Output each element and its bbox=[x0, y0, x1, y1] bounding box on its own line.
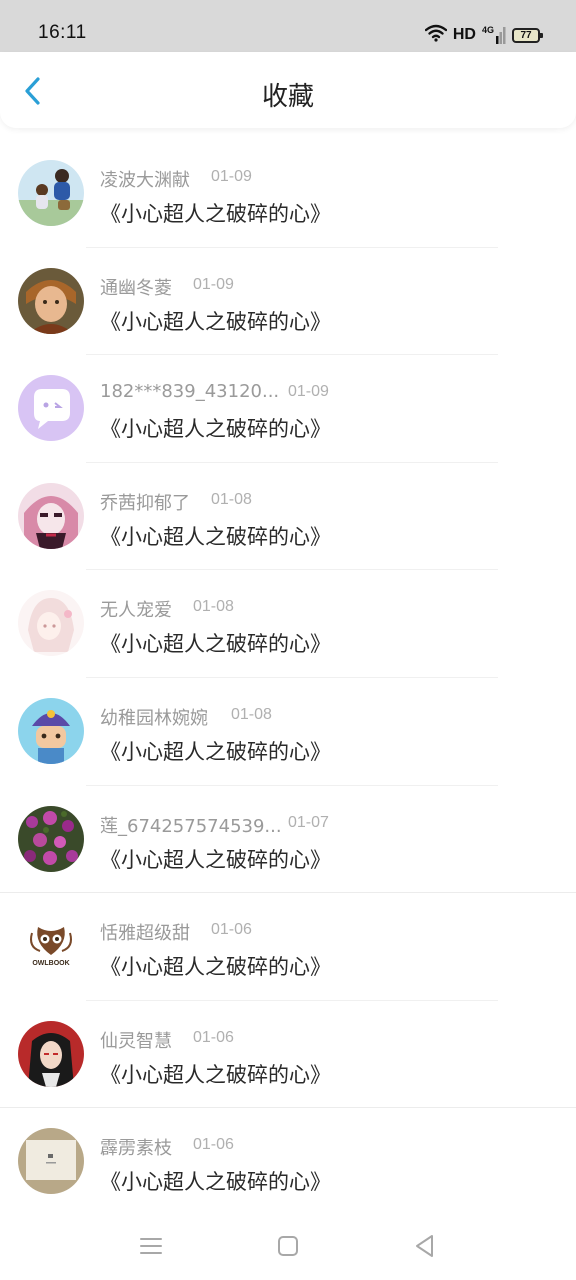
book-title[interactable]: 《小心超人之破碎的心》 bbox=[100, 628, 331, 658]
home-square-icon[interactable] bbox=[274, 1232, 302, 1260]
system-nav-bar bbox=[0, 1210, 576, 1280]
wifi-icon bbox=[424, 24, 448, 46]
page-title: 收藏 bbox=[261, 82, 314, 112]
avatar[interactable] bbox=[18, 697, 84, 764]
item-date: 01-08 bbox=[211, 490, 252, 508]
avatar[interactable] bbox=[18, 267, 84, 334]
item-date: 01-06 bbox=[193, 1136, 234, 1154]
item-date: 01-06 bbox=[193, 1028, 234, 1046]
user-name: 无人宠爱 bbox=[100, 600, 172, 622]
book-title[interactable]: 《小心超人之破碎的心》 bbox=[100, 844, 331, 874]
book-title[interactable]: 《小心超人之破碎的心》 bbox=[100, 521, 331, 551]
battery-level: 77 bbox=[520, 29, 532, 41]
back-triangle-icon[interactable] bbox=[411, 1232, 439, 1260]
status-bar: 16:11 HD 4G 77 bbox=[0, 0, 576, 52]
avatar[interactable] bbox=[18, 375, 84, 442]
avatar-logo-text: OWLBOOK bbox=[32, 960, 69, 967]
avatar[interactable] bbox=[18, 1128, 84, 1195]
user-name: 霹雳素枝 bbox=[100, 1138, 172, 1160]
signal-icon: 4G bbox=[482, 26, 506, 44]
avatar[interactable] bbox=[18, 1020, 84, 1087]
list-item[interactable]: 乔茜抑郁了 01-08 《小心超人之破碎的心》 bbox=[0, 463, 576, 571]
book-title[interactable]: 《小心超人之破碎的心》 bbox=[100, 1059, 331, 1089]
book-title[interactable]: 《小心超人之破碎的心》 bbox=[100, 1166, 331, 1196]
user-name: 乔茜抑郁了 bbox=[100, 492, 190, 514]
avatar[interactable]: OWLBOOK bbox=[18, 913, 84, 980]
item-date: 01-09 bbox=[288, 383, 329, 401]
book-title[interactable]: 《小心超人之破碎的心》 bbox=[100, 198, 331, 228]
avatar[interactable] bbox=[18, 805, 84, 872]
book-title[interactable]: 《小心超人之破碎的心》 bbox=[100, 951, 331, 981]
network-gen-label: 4G bbox=[481, 25, 494, 35]
item-date: 01-09 bbox=[211, 168, 252, 185]
user-name: 仙灵智慧 bbox=[100, 1030, 172, 1052]
list-item[interactable]: 霹雳素枝 01-06 《小心超人之破碎的心》 bbox=[0, 1108, 576, 1216]
battery-icon: 77 bbox=[512, 27, 543, 43]
user-name: 182***839_43120... bbox=[100, 381, 280, 403]
book-title[interactable]: 《小心超人之破碎的心》 bbox=[100, 736, 331, 766]
item-date: 01-07 bbox=[288, 813, 329, 831]
book-title[interactable]: 《小心超人之破碎的心》 bbox=[100, 413, 331, 443]
avatar[interactable] bbox=[18, 482, 84, 549]
favorites-list: 凌波大渊献 01-09 《小心超人之破碎的心》 通幽冬菱 01-09 《小心超人… bbox=[0, 140, 576, 1216]
avatar[interactable] bbox=[18, 590, 84, 657]
user-name: 莲_674257574539... bbox=[100, 815, 282, 837]
list-item[interactable]: 仙灵智慧 01-06 《小心超人之破碎的心》 bbox=[0, 1001, 576, 1109]
user-name: 恬雅超级甜 bbox=[100, 923, 190, 945]
item-date: 01-06 bbox=[211, 921, 252, 939]
status-icons: HD 4G 77 bbox=[424, 23, 543, 47]
status-time: 16:11 bbox=[38, 22, 87, 43]
avatar[interactable] bbox=[18, 160, 84, 226]
list-item[interactable]: 幼稚园林婉婉 01-08 《小心超人之破碎的心》 bbox=[0, 678, 576, 786]
list-item[interactable]: 莲_674257574539... 01-07 《小心超人之破碎的心》 bbox=[0, 786, 576, 894]
list-item[interactable]: 凌波大渊献 01-09 《小心超人之破碎的心》 bbox=[0, 140, 576, 248]
menu-icon[interactable] bbox=[137, 1232, 165, 1260]
item-date: 01-08 bbox=[193, 598, 234, 616]
book-title[interactable]: 《小心超人之破碎的心》 bbox=[100, 306, 331, 336]
user-name: 凌波大渊献 bbox=[100, 170, 190, 191]
user-name: 通幽冬菱 bbox=[100, 277, 172, 299]
list-item[interactable]: 182***839_43120... 01-09 《小心超人之破碎的心》 bbox=[0, 355, 576, 463]
list-item[interactable]: 无人宠爱 01-08 《小心超人之破碎的心》 bbox=[0, 570, 576, 678]
item-date: 01-09 bbox=[193, 275, 234, 293]
item-date: 01-08 bbox=[231, 705, 272, 723]
network-type-label: HD bbox=[452, 26, 476, 43]
list-item[interactable]: OWLBOOK 恬雅超级甜 01-06 《小心超人之破碎的心》 bbox=[0, 893, 576, 1001]
user-name: 幼稚园林婉婉 bbox=[100, 707, 208, 729]
list-item[interactable]: 通幽冬菱 01-09 《小心超人之破碎的心》 bbox=[0, 248, 576, 356]
app-header: 收藏 bbox=[0, 52, 576, 128]
